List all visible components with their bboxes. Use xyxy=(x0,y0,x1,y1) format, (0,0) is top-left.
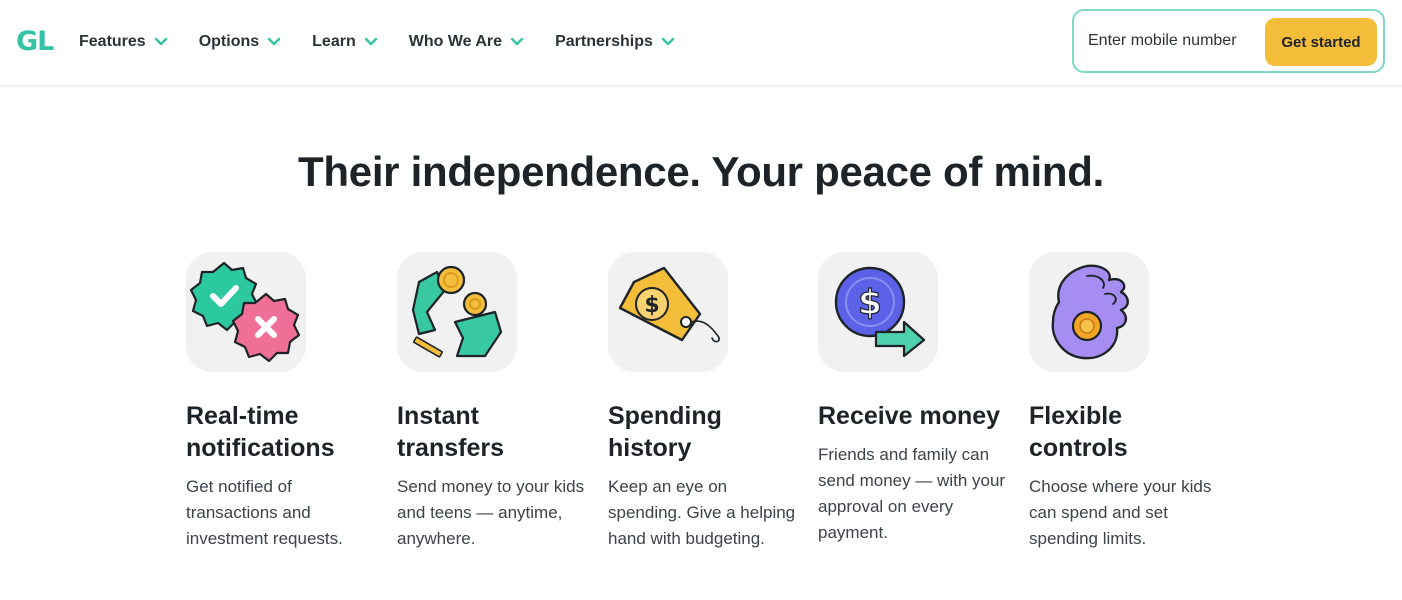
dollar-arrow-icon: $ xyxy=(818,252,938,372)
nav-item-learn[interactable]: Learn xyxy=(312,33,378,51)
feature-description: Friends and family can send money — with… xyxy=(818,445,1006,542)
feature-description: Choose where your kids can spend and set… xyxy=(1029,477,1212,548)
svg-text:$: $ xyxy=(644,293,659,318)
price-tag-icon: $ xyxy=(608,252,728,372)
nav-label: Options xyxy=(198,33,260,50)
nav-label: Who We Are xyxy=(408,33,503,50)
nav-item-partnerships[interactable]: Partnerships xyxy=(555,33,675,51)
nav-item-features[interactable]: Features xyxy=(79,33,168,51)
feature-description: Get notified of transactions and investm… xyxy=(186,477,343,548)
get-started-button[interactable]: Get started xyxy=(1265,18,1377,66)
hand-coin-icon xyxy=(1029,252,1149,372)
nav-item-options[interactable]: Options xyxy=(199,33,281,51)
nav-label: Features xyxy=(79,33,146,50)
feature-real-time-notifications: Real-time notifications Get notified of … xyxy=(186,252,376,552)
chevron-down-icon xyxy=(364,37,378,47)
main-nav: Features Options Learn Who We Are Partne… xyxy=(79,0,706,84)
features-grid: Real-time notifications Get notified of … xyxy=(186,252,1226,592)
feature-receive-money: $ Receive money Friends and family can s… xyxy=(818,252,1008,546)
mobile-number-input[interactable] xyxy=(1088,11,1268,71)
feature-flexible-controls: Flexible controls Choose where your kids… xyxy=(1029,252,1219,552)
chevron-down-icon xyxy=(154,37,168,47)
chevron-down-icon xyxy=(510,37,524,47)
feature-title: Receive money xyxy=(818,402,1001,430)
signup-form: Get started xyxy=(1072,9,1385,73)
nav-label: Partnerships xyxy=(555,33,653,50)
feature-instant-transfers: Instant transfers Send money to your kid… xyxy=(397,252,587,552)
feature-title: Real-time notifications xyxy=(186,402,335,462)
feature-description: Send money to your kids and teens — anyt… xyxy=(397,477,585,548)
approve-decline-badges-icon xyxy=(186,252,306,372)
feature-title: Flexible controls xyxy=(1029,402,1128,462)
site-header: GL Features Options Learn Who We Are Par… xyxy=(0,0,1402,86)
chevron-down-icon xyxy=(267,37,281,47)
page-title: Their independence. Your peace of mind. xyxy=(298,148,1104,195)
feature-spending-history: $ Spending history Keep an eye on spendi… xyxy=(608,252,798,552)
feature-title: Spending history xyxy=(608,402,722,462)
svg-text:$: $ xyxy=(858,283,882,323)
nav-label: Learn xyxy=(312,33,356,50)
feature-title: Instant transfers xyxy=(397,402,504,462)
brand-logo[interactable]: GL xyxy=(16,26,54,57)
feature-description: Keep an eye on spending. Give a helping … xyxy=(608,477,796,548)
money-transfer-icon xyxy=(397,252,517,372)
chevron-down-icon xyxy=(661,37,675,47)
nav-item-who-we-are[interactable]: Who We Are xyxy=(409,33,524,51)
